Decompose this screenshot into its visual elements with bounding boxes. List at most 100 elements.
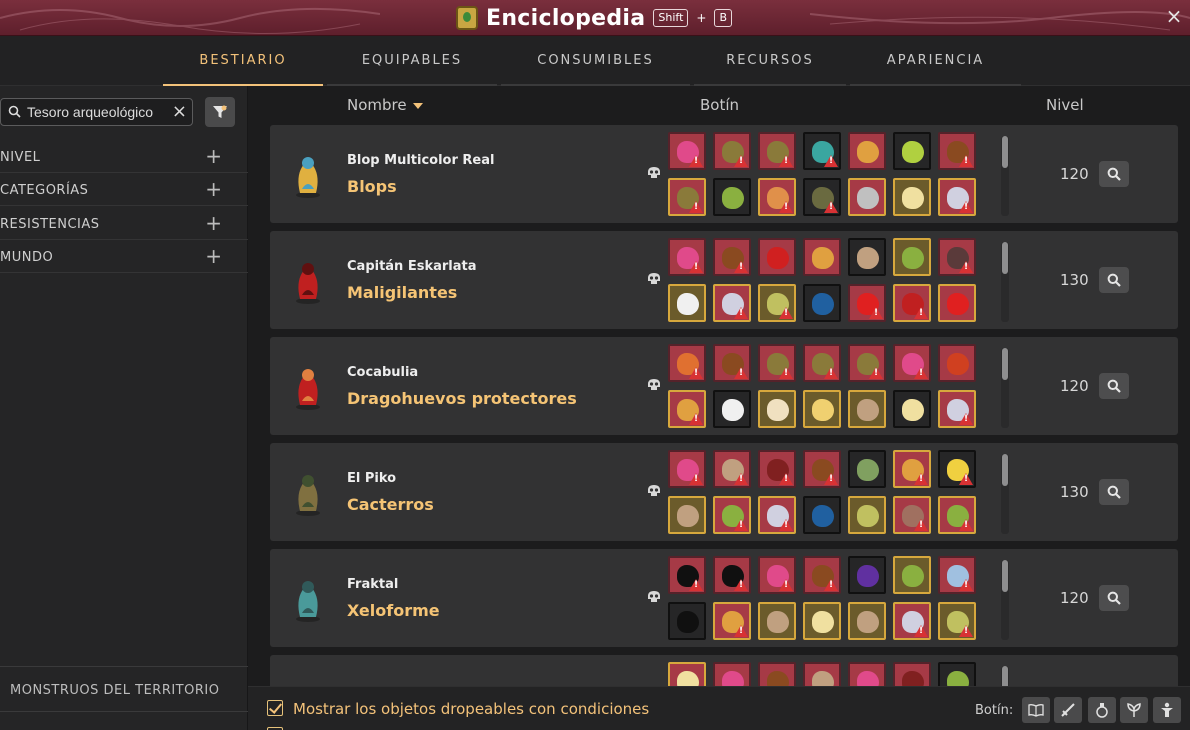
loot-scrollbar[interactable] (1001, 454, 1009, 534)
view-details-button[interactable] (1099, 373, 1129, 399)
loot-item[interactable] (713, 178, 751, 216)
loot-scrollbar[interactable] (1001, 136, 1009, 216)
loot-item[interactable] (803, 284, 841, 322)
monster-row[interactable]: Blop Multicolor Real Blops 120 (270, 125, 1178, 223)
loot-item[interactable] (668, 450, 706, 488)
loot-item[interactable] (713, 496, 751, 534)
loot-item[interactable] (668, 556, 706, 594)
tab-apariencia[interactable]: APARIENCIA (850, 36, 1021, 86)
monsters-territory-button[interactable]: MONSTRUOS DEL TERRITORIO (0, 666, 248, 712)
column-header-name[interactable]: Nombre (347, 96, 423, 114)
loot-item[interactable] (713, 602, 751, 640)
view-details-button[interactable] (1099, 161, 1129, 187)
monster-row-partial[interactable] (270, 655, 1178, 686)
monster-row[interactable]: Capitán Eskarlata Maligilantes 130 (270, 231, 1178, 329)
loot-item[interactable] (893, 496, 931, 534)
loot-item[interactable] (758, 662, 796, 686)
loot-item[interactable] (893, 238, 931, 276)
loot-scrollbar[interactable] (1001, 666, 1009, 686)
loot-item[interactable] (848, 284, 886, 322)
monster-family-link[interactable]: Maligilantes (347, 283, 457, 302)
loot-item[interactable] (938, 450, 976, 488)
facet-resistencias[interactable]: RESISTENCIAS + (0, 207, 248, 240)
monster-family-link[interactable]: Cacterros (347, 495, 434, 514)
loot-item[interactable] (938, 662, 976, 686)
loot-item[interactable] (848, 344, 886, 382)
loot-filter-resource-button[interactable] (1120, 697, 1148, 723)
loot-item[interactable] (713, 450, 751, 488)
show-conditional-drops-checkbox[interactable] (267, 700, 283, 716)
loot-item[interactable] (803, 178, 841, 216)
loot-item[interactable] (713, 662, 751, 686)
loot-item[interactable] (758, 450, 796, 488)
tab-recursos[interactable]: RECURSOS (694, 36, 846, 86)
loot-item[interactable] (848, 496, 886, 534)
loot-item[interactable] (938, 132, 976, 170)
monster-row[interactable]: Fraktal Xeloforme 120 (270, 549, 1178, 647)
loot-item[interactable] (758, 556, 796, 594)
loot-item[interactable] (893, 178, 931, 216)
loot-item[interactable] (758, 132, 796, 170)
facet-mundo[interactable]: MUNDO + (0, 240, 248, 273)
monster-family-link[interactable]: Blops (347, 177, 397, 196)
loot-item[interactable] (803, 556, 841, 594)
monster-row[interactable]: El Piko Cacterros 130 (270, 443, 1178, 541)
expand-plus-icon[interactable]: + (205, 177, 222, 201)
loot-item[interactable] (803, 496, 841, 534)
loot-item[interactable] (803, 344, 841, 382)
view-details-button[interactable] (1099, 585, 1129, 611)
loot-item[interactable] (803, 602, 841, 640)
tab-bestiario[interactable]: BESTIARIO (163, 36, 323, 86)
loot-item[interactable] (713, 238, 751, 276)
column-header-level[interactable]: Nivel (1046, 96, 1084, 114)
view-details-button[interactable] (1099, 267, 1129, 293)
loot-item[interactable] (758, 496, 796, 534)
search-input[interactable] (27, 102, 171, 122)
close-icon[interactable]: × (1164, 6, 1184, 26)
loot-scrollbar[interactable] (1001, 348, 1009, 428)
loot-item[interactable] (803, 662, 841, 686)
loot-item[interactable] (938, 496, 976, 534)
loot-item[interactable] (668, 344, 706, 382)
loot-item[interactable] (803, 132, 841, 170)
loot-item[interactable] (758, 284, 796, 322)
loot-item[interactable] (848, 178, 886, 216)
loot-item[interactable] (668, 602, 706, 640)
loot-item[interactable] (713, 556, 751, 594)
loot-item[interactable] (893, 284, 931, 322)
loot-filter-potion-button[interactable] (1088, 697, 1116, 723)
monster-row[interactable]: Cocabulia Dragohuevos protectores 120 (270, 337, 1178, 435)
loot-item[interactable] (893, 662, 931, 686)
loot-filter-book-button[interactable] (1022, 697, 1050, 723)
loot-item[interactable] (668, 496, 706, 534)
clear-search-icon[interactable]: × (172, 101, 187, 123)
loot-item[interactable] (938, 178, 976, 216)
tab-equipables[interactable]: EQUIPABLES (327, 36, 497, 86)
loot-item[interactable] (893, 344, 931, 382)
loot-scrollbar[interactable] (1001, 242, 1009, 322)
loot-item[interactable] (758, 238, 796, 276)
loot-item[interactable] (893, 556, 931, 594)
loot-item[interactable] (668, 132, 706, 170)
loot-item[interactable] (893, 450, 931, 488)
loot-item[interactable] (848, 450, 886, 488)
view-details-button[interactable] (1099, 479, 1129, 505)
loot-item[interactable] (713, 344, 751, 382)
loot-item[interactable] (893, 132, 931, 170)
loot-item[interactable] (713, 132, 751, 170)
loot-item[interactable] (893, 602, 931, 640)
filter-button[interactable] (205, 97, 235, 127)
loot-filter-sword-button[interactable] (1054, 697, 1082, 723)
expand-plus-icon[interactable]: + (205, 244, 222, 268)
loot-item[interactable] (758, 390, 796, 428)
monster-family-link[interactable]: Dragohuevos protectores (347, 389, 577, 408)
loot-item[interactable] (848, 390, 886, 428)
loot-filter-appearance-button[interactable] (1153, 697, 1181, 723)
loot-item[interactable] (758, 602, 796, 640)
loot-item[interactable] (668, 284, 706, 322)
loot-item[interactable] (668, 662, 706, 686)
loot-item[interactable] (893, 390, 931, 428)
loot-item[interactable] (848, 132, 886, 170)
loot-item[interactable] (668, 178, 706, 216)
tab-consumibles[interactable]: CONSUMIBLES (501, 36, 690, 86)
